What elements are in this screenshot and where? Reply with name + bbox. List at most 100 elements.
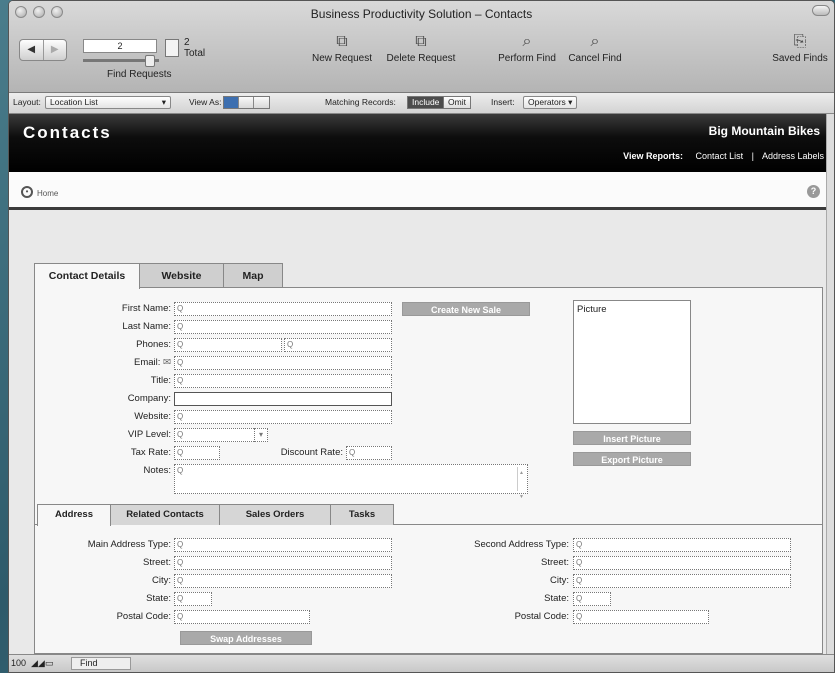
website-label: Website: bbox=[134, 411, 171, 422]
notes-scrollbar[interactable]: ▲ ▼ bbox=[517, 467, 525, 500]
last-name-field[interactable]: Q bbox=[174, 320, 392, 334]
tab-sales-orders[interactable]: Sales Orders bbox=[219, 504, 331, 525]
main-state-field[interactable]: Q bbox=[174, 592, 212, 606]
main-address-type-field[interactable]: Q bbox=[174, 538, 392, 552]
mode-popup[interactable]: Find bbox=[71, 657, 131, 670]
current-record-field[interactable]: 2 bbox=[83, 39, 157, 53]
tab-bar: Contact Details Website Map bbox=[34, 263, 283, 289]
address-tab-bar: Address Related Contacts Sales Orders Ta… bbox=[35, 502, 822, 526]
zoom-level[interactable]: 100 bbox=[11, 658, 26, 668]
tab-contact-details[interactable]: Contact Details bbox=[34, 263, 140, 289]
main-postal-field[interactable]: Q bbox=[174, 610, 310, 624]
last-name-label: Last Name: bbox=[122, 321, 171, 332]
second-postal-label: Postal Code: bbox=[514, 611, 569, 622]
website-field[interactable]: Q bbox=[174, 410, 392, 424]
phone-2-field[interactable]: Q bbox=[284, 338, 392, 352]
toolbar-toggle-button[interactable] bbox=[812, 5, 830, 16]
phone-1-field[interactable]: Q bbox=[174, 338, 282, 352]
perform-find-button[interactable]: ⌕ Perform Find bbox=[493, 31, 561, 64]
vip-level-dropdown-icon[interactable]: ▾ bbox=[254, 428, 268, 442]
view-reports-label: View Reports: bbox=[623, 151, 684, 161]
export-picture-button[interactable]: Export Picture bbox=[573, 452, 691, 466]
delete-request-label: Delete Request bbox=[386, 53, 456, 64]
operators-value: Operators bbox=[528, 97, 566, 107]
operators-select[interactable]: Operators ▾ bbox=[523, 96, 578, 109]
second-address-type-label: Second Address Type: bbox=[474, 539, 569, 550]
record-nav: ◀ ▶ bbox=[19, 39, 67, 61]
contact-details-panel: First Name: Q Last Name: Q Phones: Q Q E… bbox=[34, 287, 823, 654]
main-street-field[interactable]: Q bbox=[174, 556, 392, 570]
second-postal-field[interactable]: Q bbox=[573, 610, 709, 624]
chevron-down-icon: ▾ bbox=[568, 97, 573, 107]
new-request-button[interactable]: ⧉ New Request bbox=[307, 31, 377, 64]
main-city-field[interactable]: Q bbox=[174, 574, 392, 588]
find-requests-label: Find Requests bbox=[107, 69, 172, 80]
discount-rate-label: Discount Rate: bbox=[280, 447, 343, 458]
contact-list-link[interactable]: Contact List bbox=[696, 151, 744, 161]
record-slider[interactable] bbox=[83, 55, 159, 67]
breadcrumb: • Home ? bbox=[9, 172, 834, 210]
insert-picture-button[interactable]: Insert Picture bbox=[573, 431, 691, 445]
second-city-label: City: bbox=[550, 575, 569, 586]
title-bar: Business Productivity Solution – Contact… bbox=[9, 1, 834, 93]
saved-finds-icon: ⎘ bbox=[793, 33, 807, 50]
second-address-type-field[interactable]: Q bbox=[573, 538, 791, 552]
reports-separator: | bbox=[751, 151, 754, 161]
perform-find-icon: ⌕ bbox=[522, 33, 532, 50]
company-label: Company: bbox=[127, 393, 171, 404]
tab-tasks[interactable]: Tasks bbox=[330, 504, 394, 525]
view-as-segmented[interactable] bbox=[223, 96, 270, 109]
layout-label: Layout: bbox=[13, 97, 41, 107]
create-new-sale-button[interactable]: Create New Sale bbox=[402, 302, 530, 316]
first-name-field[interactable]: Q bbox=[174, 302, 392, 316]
perform-find-label: Perform Find bbox=[498, 53, 556, 64]
saved-finds-button[interactable]: ⎘ Saved Finds bbox=[767, 31, 833, 64]
second-city-field[interactable]: Q bbox=[573, 574, 791, 588]
include-button[interactable]: Include bbox=[407, 96, 445, 109]
help-icon[interactable]: ? bbox=[807, 185, 820, 198]
title-label: Title: bbox=[150, 375, 171, 386]
new-request-icon: ⧉ bbox=[336, 33, 348, 50]
cancel-find-button[interactable]: ⌕ Cancel Find bbox=[563, 31, 627, 64]
title-field[interactable]: Q bbox=[174, 374, 392, 388]
tab-website[interactable]: Website bbox=[139, 263, 224, 288]
vertical-scrollbar[interactable] bbox=[826, 114, 834, 656]
home-link[interactable]: Home bbox=[37, 189, 58, 198]
address-labels-link[interactable]: Address Labels bbox=[762, 151, 824, 161]
tax-rate-field[interactable]: Q bbox=[174, 446, 220, 460]
picture-container[interactable]: Picture bbox=[573, 300, 691, 424]
tab-address[interactable]: Address bbox=[37, 504, 111, 526]
second-state-label: State: bbox=[544, 593, 569, 604]
swap-addresses-button[interactable]: Swap Addresses bbox=[180, 631, 312, 645]
company-field[interactable] bbox=[174, 392, 392, 406]
main-city-label: City: bbox=[152, 575, 171, 586]
discount-rate-field[interactable]: Q bbox=[346, 446, 392, 460]
cancel-find-label: Cancel Find bbox=[568, 53, 622, 64]
main-postal-label: Postal Code: bbox=[116, 611, 171, 622]
view-reports: View Reports: Contact List | Address Lab… bbox=[623, 151, 824, 161]
omit-button[interactable]: Omit bbox=[443, 96, 471, 109]
tab-related-contacts[interactable]: Related Contacts bbox=[110, 504, 220, 525]
company-name: Big Mountain Bikes bbox=[708, 124, 820, 138]
main-state-label: State: bbox=[146, 593, 171, 604]
picture-label: Picture bbox=[577, 304, 607, 315]
form-view-icon[interactable] bbox=[224, 97, 239, 108]
saved-finds-label: Saved Finds bbox=[772, 53, 828, 64]
next-record-icon[interactable]: ▶ bbox=[42, 40, 67, 60]
email-icon[interactable]: ✉ bbox=[163, 357, 171, 368]
layout-select[interactable]: Location List ▾ bbox=[45, 96, 171, 109]
zoom-controls-icon[interactable]: ◢◢▭ bbox=[31, 658, 53, 669]
layout-content: Contacts Big Mountain Bikes View Reports… bbox=[9, 114, 834, 656]
email-field[interactable]: Q bbox=[174, 356, 392, 370]
second-state-field[interactable]: Q bbox=[573, 592, 611, 606]
delete-request-button[interactable]: ⧉ Delete Request bbox=[381, 31, 461, 64]
second-street-field[interactable]: Q bbox=[573, 556, 791, 570]
delete-request-icon: ⧉ bbox=[415, 33, 427, 50]
tab-map[interactable]: Map bbox=[223, 263, 283, 288]
home-icon[interactable]: • bbox=[21, 186, 33, 198]
previous-record-icon[interactable]: ◀ bbox=[20, 40, 43, 60]
notes-field[interactable]: Q ▲ ▼ bbox=[174, 464, 528, 500]
first-name-label: First Name: bbox=[121, 303, 171, 314]
table-view-icon[interactable] bbox=[254, 97, 269, 108]
list-view-icon[interactable] bbox=[239, 97, 254, 108]
